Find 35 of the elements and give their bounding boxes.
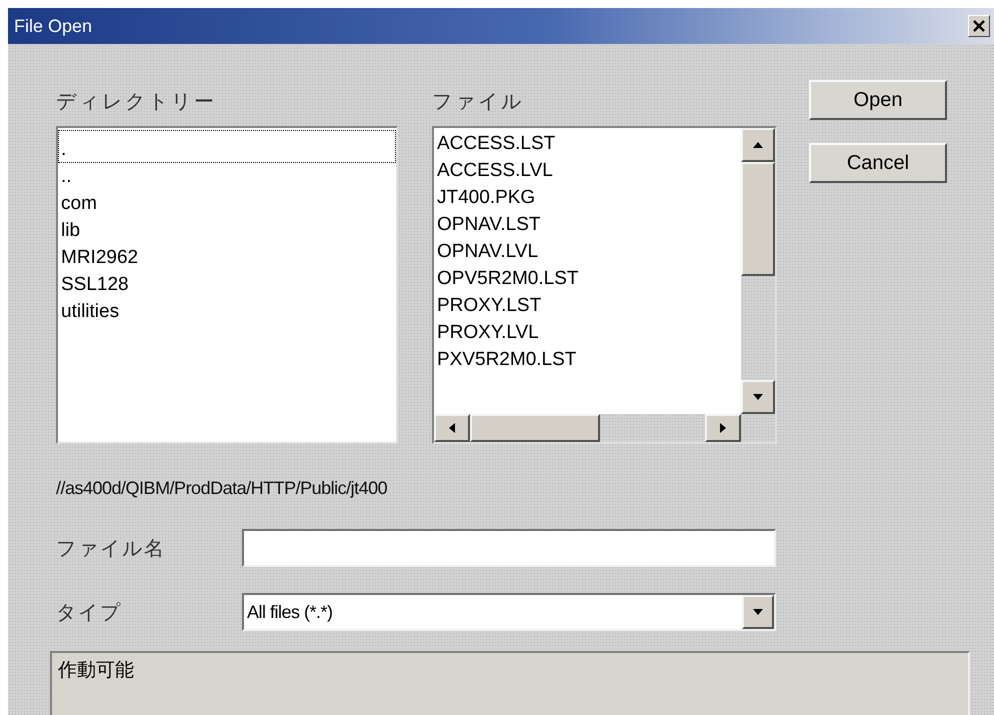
directory-item[interactable]: com: [58, 190, 396, 217]
file-item[interactable]: ACCESS.LVL: [434, 157, 741, 184]
directory-path: //as400d/QIBM/ProdData/HTTP/Public/jt400: [56, 478, 388, 499]
file-item[interactable]: OPV5R2M0.LST: [434, 265, 741, 292]
directory-item[interactable]: MRI2962: [58, 244, 396, 271]
cancel-button[interactable]: Cancel: [809, 143, 947, 183]
caret-icon: [752, 608, 764, 616]
directory-item[interactable]: lib: [58, 217, 396, 244]
status-text: 作動可能: [58, 660, 134, 681]
directory-label: ディレクトリー: [56, 90, 218, 115]
file-name-label: ファイル名: [56, 536, 167, 562]
file-item[interactable]: ACCESS.LST: [434, 130, 741, 157]
vertical-scrollbar[interactable]: [741, 128, 775, 414]
close-icon[interactable]: [968, 15, 990, 37]
up-arrow-icon: [752, 141, 764, 149]
type-dropdown[interactable]: All files (*.*): [242, 593, 776, 631]
file-item[interactable]: OPNAV.LVL: [434, 238, 741, 265]
horizontal-scrollbar[interactable]: [434, 414, 775, 442]
file-item[interactable]: JT400.PKG: [434, 184, 741, 211]
directory-item[interactable]: utilities: [58, 298, 396, 325]
file-name-field[interactable]: [242, 529, 776, 567]
window-title: File Open: [14, 16, 92, 36]
file-item[interactable]: OPNAV.LST: [434, 211, 741, 238]
directory-item[interactable]: SSL128: [58, 271, 396, 298]
file-item[interactable]: PXV5R2M0.LST: [434, 346, 741, 373]
directory-item[interactable]: .: [58, 130, 396, 163]
open-button[interactable]: Open: [809, 80, 947, 120]
directory-item[interactable]: ..: [58, 163, 396, 190]
file-label: ファイル: [432, 90, 525, 115]
right-arrow-icon: [719, 422, 727, 434]
left-arrow-icon: [448, 422, 456, 434]
down-arrow-icon: [752, 393, 764, 401]
file-item[interactable]: PROXY.LVL: [434, 319, 741, 346]
type-label: タイプ: [56, 600, 123, 626]
file-item[interactable]: PROXY.LST: [434, 292, 741, 319]
